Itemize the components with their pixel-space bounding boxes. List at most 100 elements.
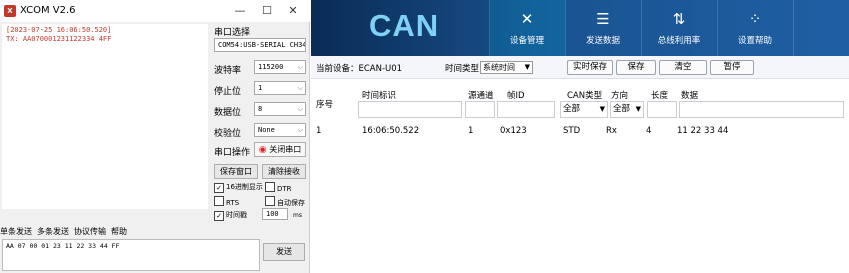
- send-button[interactable]: 发送: [263, 243, 305, 261]
- baud-label: 波特率: [214, 66, 242, 76]
- port-op-label: 串口操作: [214, 148, 251, 158]
- send-tabs: 单条发送 多条发送 协议传输 帮助: [0, 226, 132, 238]
- sliders-icon: ☰: [596, 10, 610, 28]
- filter-length[interactable]: [647, 101, 677, 118]
- col-can-type: CAN类型: [567, 91, 603, 101]
- data-bits-value: 8: [258, 105, 263, 113]
- row-length: 4: [646, 126, 652, 136]
- send-input[interactable]: AA 07 00 01 23 11 22 33 44 FF: [2, 239, 260, 271]
- filter-data[interactable]: [679, 101, 844, 118]
- tab-single-send[interactable]: 单条发送: [0, 227, 32, 236]
- can-window: CAN ✕ 设备管理 ☰ 发送数据 ⇅ 总线利用率 ⁘ 设置帮助 当前设备：EC…: [311, 0, 849, 273]
- data-bits-select[interactable]: 8 ⌵: [254, 102, 306, 116]
- nav-label: 发送数据: [585, 36, 620, 46]
- maximize-button[interactable]: ☐: [257, 3, 277, 19]
- caret-down-icon: ▼: [599, 105, 605, 113]
- nav-device-management[interactable]: ✕ 设备管理: [489, 0, 565, 56]
- parity-select[interactable]: None ⌵: [254, 123, 306, 137]
- row-direction: Rx: [606, 126, 617, 136]
- xcom-window: X XCOM V2.6 — ☐ ✕ [2023-07-25 16:06:50.5…: [0, 0, 310, 273]
- filter-channel[interactable]: [465, 101, 495, 118]
- row-data: 11 22 33 44: [677, 126, 729, 136]
- record-icon: ◉: [258, 145, 267, 155]
- xcom-app-icon: X: [4, 5, 16, 17]
- bus-load-icon: ⇅: [672, 10, 686, 28]
- tab-protocol[interactable]: 协议传输: [74, 227, 106, 236]
- chevron-down-icon: ⌵: [297, 63, 303, 71]
- row-can-type: STD: [563, 126, 581, 136]
- checkbox-box: [265, 182, 275, 192]
- baud-value: 115200: [258, 63, 284, 71]
- log-line: [2023-07-25 16:06:50.520]: [6, 26, 112, 34]
- clear-button[interactable]: 清空: [659, 60, 707, 75]
- nav-label: 总线利用率: [657, 36, 701, 46]
- stop-bits-select[interactable]: 1 ⌵: [254, 81, 306, 95]
- data-bits-label: 数据位: [214, 108, 242, 118]
- realtime-save-button[interactable]: 实时保存: [567, 60, 613, 75]
- close-window-button[interactable]: ✕: [283, 3, 303, 19]
- auto-save-label: 自动保存: [277, 199, 305, 207]
- can-header: CAN ✕ 设备管理 ☰ 发送数据 ⇅ 总线利用率 ⁘ 设置帮助: [311, 0, 849, 56]
- filter-direction-value: 全部: [613, 104, 631, 114]
- parity-value: None: [258, 126, 275, 134]
- save-button[interactable]: 保存: [616, 60, 656, 75]
- xcom-title: XCOM V2.6: [20, 5, 76, 16]
- filter-timestamp[interactable]: [358, 101, 462, 118]
- settings-grid-icon: ⁘: [748, 10, 762, 28]
- row-index: 1: [316, 126, 322, 136]
- receive-log[interactable]: [2023-07-25 16:06:50.520] TX: AA07000123…: [2, 24, 208, 209]
- parity-label: 校验位: [214, 129, 242, 139]
- filter-frame-id[interactable]: [497, 101, 555, 118]
- nav-label: 设置帮助: [737, 36, 772, 46]
- dtr-checkbox[interactable]: DTR: [265, 182, 292, 195]
- checkbox-box: [265, 196, 275, 206]
- close-port-button[interactable]: ◉ 关闭串口: [254, 142, 306, 157]
- time-type-value: 系统时间: [483, 63, 515, 72]
- port-select[interactable]: COM54:USB-SERIAL CH34: [214, 38, 306, 52]
- dtr-label: DTR: [277, 185, 292, 193]
- nav-send-data[interactable]: ☰ 发送数据: [565, 0, 641, 56]
- timestamp-checkbox[interactable]: ✓ 时间戳: [214, 210, 247, 221]
- xcom-title-bar: X XCOM V2.6 — ☐ ✕: [0, 0, 310, 22]
- baud-select[interactable]: 115200 ⌵: [254, 60, 306, 74]
- nav-settings-help[interactable]: ⁘ 设置帮助: [717, 0, 793, 56]
- hex-display-checkbox[interactable]: ✓ 16进制显示: [214, 182, 263, 193]
- col-data: 数据: [681, 91, 699, 101]
- nav-label: 设备管理: [509, 36, 544, 46]
- minimize-button[interactable]: —: [230, 3, 250, 19]
- time-type-select[interactable]: 系统时间 ▼: [480, 61, 533, 74]
- current-device-label: 当前设备：ECAN-U01: [316, 64, 403, 74]
- port-select-label: 串口选择: [214, 28, 251, 38]
- tab-help[interactable]: 帮助: [111, 227, 127, 236]
- col-direction: 方向: [611, 91, 629, 101]
- chevron-down-icon: ⌵: [297, 126, 303, 134]
- checkmark-icon: ✓: [214, 183, 224, 193]
- rts-label: RTS: [226, 199, 240, 207]
- port-select-value: COM54:USB-SERIAL CH34: [218, 41, 306, 49]
- nav-bus-load[interactable]: ⇅ 总线利用率: [641, 0, 717, 56]
- caret-down-icon: ▼: [635, 105, 641, 113]
- pause-button[interactable]: 暂停: [710, 60, 754, 75]
- rts-checkbox[interactable]: RTS: [214, 196, 239, 209]
- clear-receive-button[interactable]: 清除接收: [262, 164, 306, 179]
- stop-bits-label: 停止位: [214, 87, 242, 97]
- save-window-button[interactable]: 保存窗口: [214, 164, 258, 179]
- time-type-label: 时间类型: [445, 64, 480, 74]
- timestamp-interval-input[interactable]: 100: [262, 208, 288, 220]
- col-timestamp: 时间标识: [362, 91, 397, 101]
- col-index: 序号: [316, 100, 334, 110]
- chevron-down-icon: ⌵: [297, 105, 303, 113]
- tools-icon: ✕: [520, 10, 534, 28]
- filter-can-type[interactable]: 全部 ▼: [560, 101, 608, 118]
- log-line: TX: AA070001231122334 4FF: [6, 35, 112, 43]
- filter-direction[interactable]: 全部 ▼: [610, 101, 644, 118]
- caret-down-icon: ▼: [524, 63, 530, 71]
- checkbox-box: [214, 196, 224, 206]
- can-logo: CAN: [369, 8, 440, 43]
- hex-display-label: 16进制显示: [226, 183, 263, 191]
- col-channel: 源通道: [468, 91, 494, 101]
- tab-multi-send[interactable]: 多条发送: [37, 227, 69, 236]
- row-frame-id: 0x123: [500, 126, 527, 136]
- checkmark-icon: ✓: [214, 211, 224, 221]
- can-toolbar: 当前设备：ECAN-U01 时间类型 系统时间 ▼ 实时保存 保存 清空 暂停: [311, 56, 849, 79]
